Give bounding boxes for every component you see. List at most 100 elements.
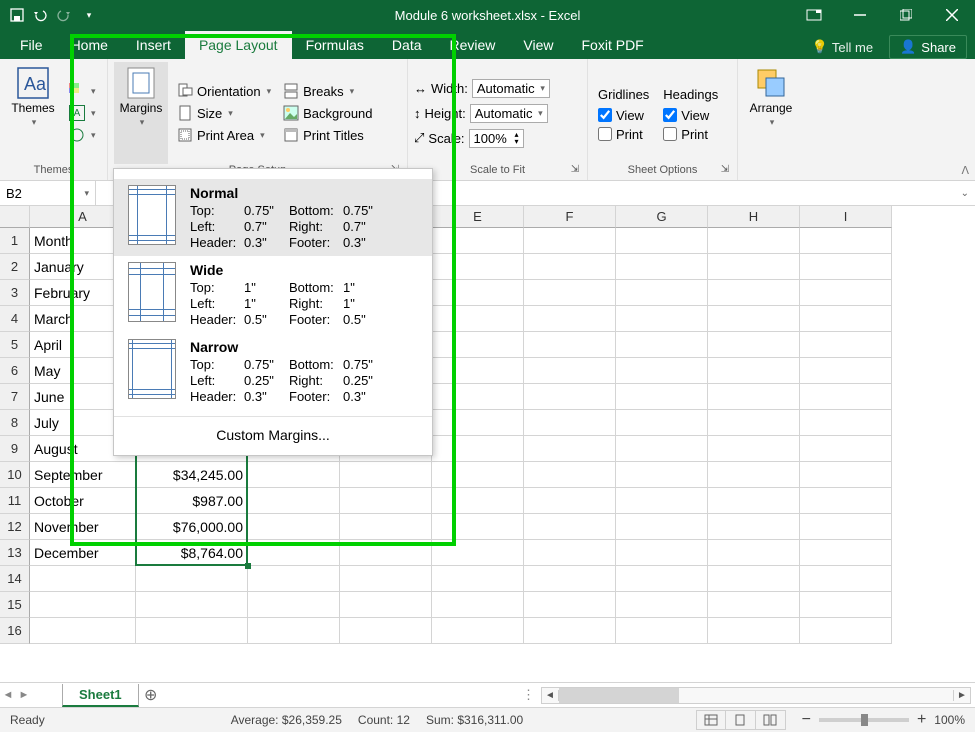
cell[interactable] xyxy=(432,436,524,462)
cell[interactable] xyxy=(616,358,708,384)
cell[interactable] xyxy=(800,566,892,592)
formula-expand-icon[interactable]: ⌄ xyxy=(955,188,975,199)
cell[interactable] xyxy=(708,280,800,306)
cell[interactable]: $987.00 xyxy=(136,488,248,514)
cell[interactable] xyxy=(524,280,616,306)
cell[interactable] xyxy=(708,618,800,644)
cell[interactable] xyxy=(616,332,708,358)
cell[interactable] xyxy=(800,540,892,566)
cell[interactable] xyxy=(800,436,892,462)
cell[interactable] xyxy=(524,592,616,618)
cell[interactable] xyxy=(800,228,892,254)
cell[interactable]: $8,764.00 xyxy=(136,540,248,566)
cell[interactable] xyxy=(432,566,524,592)
cell[interactable] xyxy=(432,254,524,280)
cell[interactable] xyxy=(524,514,616,540)
undo-icon[interactable] xyxy=(32,6,50,24)
scroll-left-icon[interactable]: ◄ xyxy=(542,690,559,701)
cell[interactable] xyxy=(432,228,524,254)
cell[interactable] xyxy=(708,436,800,462)
cell[interactable] xyxy=(524,384,616,410)
cell[interactable] xyxy=(616,384,708,410)
cell[interactable] xyxy=(524,358,616,384)
row-header[interactable]: 1 xyxy=(0,228,30,254)
cell[interactable]: November xyxy=(30,514,136,540)
horizontal-scrollbar[interactable]: ◄ ► xyxy=(541,687,971,704)
cell[interactable] xyxy=(708,566,800,592)
cell[interactable] xyxy=(432,514,524,540)
cell[interactable] xyxy=(248,566,340,592)
save-icon[interactable] xyxy=(8,6,26,24)
column-header[interactable]: G xyxy=(616,206,708,228)
row-header[interactable]: 7 xyxy=(0,384,30,410)
cell[interactable] xyxy=(432,618,524,644)
row-header[interactable]: 5 xyxy=(0,332,30,358)
headings-view-checkbox[interactable]: View xyxy=(663,108,718,123)
zoom-in-icon[interactable]: + xyxy=(917,711,926,729)
cell[interactable] xyxy=(616,592,708,618)
margins-wide-option[interactable]: Wide Top:1"Bottom:1" Left:1"Right:1" Hea… xyxy=(114,256,432,333)
row-header[interactable]: 3 xyxy=(0,280,30,306)
tab-foxit-pdf[interactable]: Foxit PDF xyxy=(568,31,658,59)
minimize-icon[interactable] xyxy=(837,0,883,30)
tab-page-layout[interactable]: Page Layout xyxy=(185,31,292,59)
sheet-nav-prev-icon[interactable]: ◄ xyxy=(0,689,16,701)
cell[interactable] xyxy=(340,592,432,618)
tab-data[interactable]: Data xyxy=(378,31,436,59)
size-button[interactable]: Size▾ xyxy=(174,104,274,122)
gridlines-print-checkbox[interactable]: Print xyxy=(598,127,649,142)
tab-view[interactable]: View xyxy=(509,31,567,59)
share-button[interactable]: 👤Share xyxy=(889,35,967,59)
theme-effects-button[interactable]: ▾ xyxy=(66,126,99,144)
theme-fonts-button[interactable]: A▾ xyxy=(66,104,99,122)
cell[interactable] xyxy=(800,332,892,358)
cell[interactable] xyxy=(616,436,708,462)
cell[interactable] xyxy=(800,306,892,332)
sheet-options-dialog-icon[interactable]: ⇲ xyxy=(719,164,731,176)
row-header[interactable]: 9 xyxy=(0,436,30,462)
cell[interactable] xyxy=(708,254,800,280)
cell[interactable] xyxy=(248,488,340,514)
cell[interactable]: December xyxy=(30,540,136,566)
row-header[interactable]: 10 xyxy=(0,462,30,488)
height-combo[interactable]: Automatic▾ xyxy=(470,104,548,123)
cell[interactable] xyxy=(708,462,800,488)
cell[interactable] xyxy=(800,280,892,306)
cell[interactable]: $34,245.00 xyxy=(136,462,248,488)
column-header[interactable]: I xyxy=(800,206,892,228)
collapse-ribbon-icon[interactable]: ᐱ xyxy=(961,164,969,177)
cell[interactable] xyxy=(708,488,800,514)
cell[interactable] xyxy=(432,410,524,436)
cell[interactable]: October xyxy=(30,488,136,514)
view-page-break-icon[interactable] xyxy=(756,710,786,730)
tab-formulas[interactable]: Formulas xyxy=(292,31,378,59)
row-header[interactable]: 6 xyxy=(0,358,30,384)
cell[interactable] xyxy=(708,306,800,332)
cell[interactable]: September xyxy=(30,462,136,488)
theme-colors-button[interactable]: ▾ xyxy=(66,82,99,100)
cell[interactable] xyxy=(340,540,432,566)
cell[interactable] xyxy=(616,514,708,540)
cell[interactable] xyxy=(616,306,708,332)
cell[interactable] xyxy=(136,618,248,644)
custom-margins-option[interactable]: Custom Margins... xyxy=(114,416,432,445)
cell[interactable] xyxy=(248,540,340,566)
cell[interactable] xyxy=(340,488,432,514)
row-header[interactable]: 12 xyxy=(0,514,30,540)
row-header[interactable]: 14 xyxy=(0,566,30,592)
cell[interactable] xyxy=(432,306,524,332)
zoom-value[interactable]: 100% xyxy=(934,713,965,727)
cell[interactable] xyxy=(616,462,708,488)
sheet-tab-sheet1[interactable]: Sheet1 xyxy=(62,684,139,707)
cell[interactable] xyxy=(524,436,616,462)
cell[interactable] xyxy=(524,618,616,644)
cell[interactable] xyxy=(800,358,892,384)
tab-file[interactable]: File xyxy=(6,31,57,59)
cell[interactable] xyxy=(800,410,892,436)
cell[interactable] xyxy=(432,358,524,384)
cell[interactable] xyxy=(616,254,708,280)
tab-review[interactable]: Review xyxy=(436,31,510,59)
zoom-out-icon[interactable]: − xyxy=(802,711,811,729)
cell[interactable]: $76,000.00 xyxy=(136,514,248,540)
scroll-right-icon[interactable]: ► xyxy=(953,690,970,701)
